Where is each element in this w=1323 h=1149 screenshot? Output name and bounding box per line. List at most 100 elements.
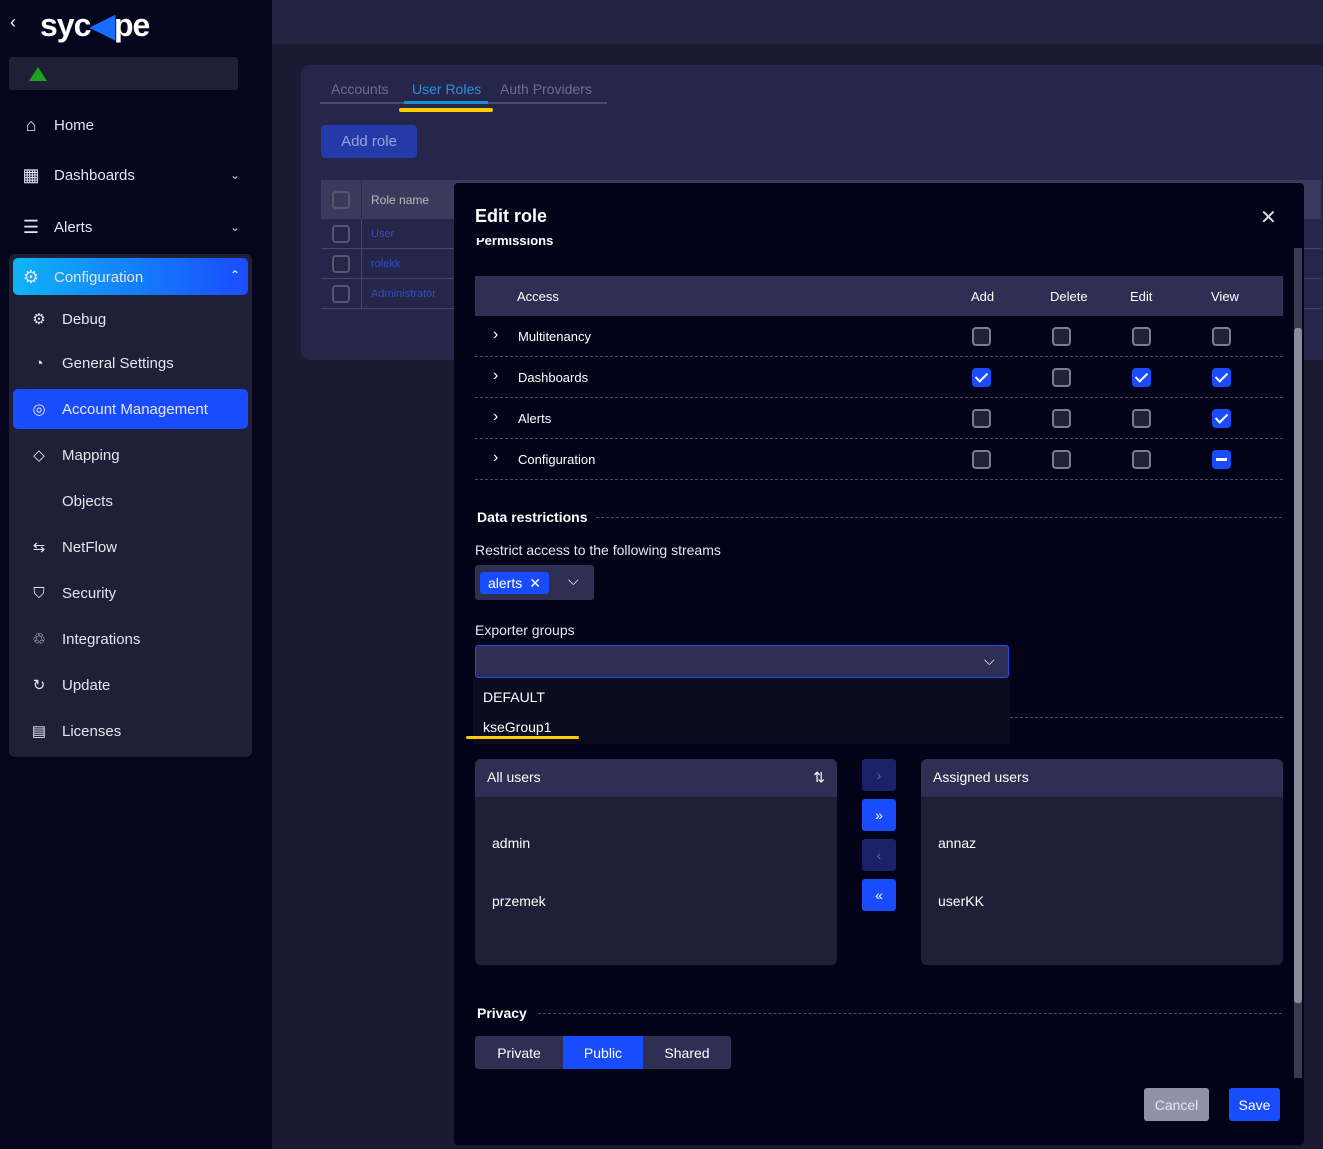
permission-checkbox[interactable] [972, 327, 991, 346]
sidebar-item-mapping[interactable]: ◇ Mapping [28, 443, 119, 467]
chevron-down-icon[interactable]: ⌵ [984, 652, 995, 669]
sidebar-item-label: Account Management [62, 400, 208, 418]
cancel-button[interactable]: Cancel [1144, 1088, 1209, 1121]
permission-checkbox[interactable] [1212, 409, 1231, 428]
sidebar-item-account-management[interactable]: ◎ Account Management [28, 397, 208, 421]
sidebar-item-configuration-label[interactable]: ⚙ Configuration [20, 265, 143, 289]
tab-accounts[interactable]: Accounts [331, 81, 389, 97]
permission-row: › Multitenancy [475, 316, 1283, 357]
permission-checkbox[interactable] [1132, 409, 1151, 428]
tab-auth-providers[interactable]: Auth Providers [500, 81, 592, 97]
permission-checkbox[interactable] [972, 368, 991, 387]
privacy-private-button[interactable]: Private [475, 1036, 563, 1069]
list-item[interactable]: admin [492, 835, 530, 851]
save-button[interactable]: Save [1229, 1088, 1280, 1121]
move-all-left-button[interactable]: « [862, 879, 896, 911]
sidebar-item-alerts[interactable]: ☰ Alerts [20, 215, 92, 239]
permission-checkbox[interactable] [1212, 368, 1231, 387]
sidebar-item-netflow[interactable]: ⇆ NetFlow [28, 535, 117, 559]
sidebar-item-home[interactable]: ⌂ Home [20, 113, 94, 137]
row-checkbox[interactable] [332, 224, 350, 243]
chevron-right-icon[interactable]: › [493, 367, 498, 385]
list-item[interactable]: userKK [938, 893, 984, 909]
sidebar-item-licenses[interactable]: ▤ Licenses [28, 719, 121, 743]
column-view: View [1211, 289, 1239, 304]
row-checkbox[interactable] [332, 254, 350, 273]
permission-name: Multitenancy [518, 329, 591, 344]
privacy-public-button[interactable]: Public [563, 1036, 643, 1069]
sidebar-item-label: Objects [62, 492, 113, 510]
role-name-link[interactable]: Administrator [371, 288, 436, 300]
sidebar-item-debug[interactable]: ⚙ Debug [28, 307, 106, 331]
collapse-sidebar-icon[interactable]: ‹ [10, 12, 16, 33]
logo: syc◀pe [40, 7, 150, 43]
sidebar-item-objects[interactable]: Objects [28, 489, 113, 513]
chevron-down-icon[interactable]: ⌄ [230, 168, 240, 182]
row-checkbox[interactable] [332, 284, 350, 303]
role-name-link[interactable]: User [371, 228, 394, 240]
sidebar-item-label: Home [54, 116, 95, 134]
streams-select[interactable]: alerts ✕ ⌵ [475, 565, 594, 600]
scrollbar[interactable] [1294, 248, 1302, 1078]
debug-icon: ⚙ [32, 311, 46, 328]
list-item[interactable]: annaz [938, 835, 976, 851]
privacy-shared-button[interactable]: Shared [643, 1036, 731, 1069]
chevron-up-icon[interactable]: ⌃ [230, 268, 240, 282]
select-all-checkbox[interactable] [332, 190, 350, 209]
user-circle-icon: ◎ [32, 401, 46, 418]
permission-checkbox[interactable] [1052, 327, 1071, 346]
home-icon: ⌂ [25, 114, 37, 135]
sidebar-item-security[interactable]: ⛉ Security [28, 581, 116, 605]
sidebar: ‹ syc◀pe ⌂ Home ▦ Dashboards ⌄ ☰ Alerts ⌄ ⚙… [0, 0, 272, 1149]
chevron-right-icon[interactable]: › [493, 326, 498, 344]
option-ksegroup1[interactable]: kseGroup1 [483, 719, 551, 735]
sidebar-item-dashboards[interactable]: ▦ Dashboards [20, 163, 134, 187]
move-selected-right-button[interactable]: › [862, 759, 896, 791]
scrollbar-thumb[interactable] [1294, 328, 1302, 1003]
column-header-role-name[interactable]: Role name [371, 193, 429, 207]
move-selected-left-button[interactable]: ‹ [862, 839, 896, 871]
permission-checkbox[interactable] [1212, 327, 1231, 346]
permission-checkbox[interactable] [1052, 450, 1071, 469]
permission-checkbox[interactable] [1132, 450, 1151, 469]
chevron-down-icon[interactable]: ⌄ [230, 220, 240, 234]
permission-checkbox[interactable] [972, 409, 991, 428]
move-all-right-button[interactable]: » [862, 799, 896, 831]
column-add: Add [971, 289, 995, 304]
role-name-link[interactable]: rolekk [371, 258, 400, 270]
sidebar-item-label: General Settings [62, 354, 174, 372]
tab-user-roles[interactable]: User Roles [412, 81, 481, 97]
highlight-underline [466, 736, 579, 739]
permission-checkbox[interactable] [1052, 409, 1071, 428]
permission-checkbox[interactable] [1052, 368, 1071, 387]
add-role-button[interactable]: Add role [321, 125, 417, 158]
status-bar [9, 57, 238, 90]
chevron-down-icon[interactable]: ⌵ [568, 572, 579, 589]
close-icon[interactable]: ✕ [1260, 205, 1277, 230]
permission-checkbox[interactable] [1132, 327, 1151, 346]
tag-icon: ◇ [33, 447, 45, 464]
remove-tag-icon[interactable]: ✕ [529, 575, 541, 591]
column-access: Access [517, 289, 559, 304]
sort-icon[interactable]: ⇅ [813, 769, 825, 786]
dashboards-icon: ▦ [22, 164, 40, 185]
sidebar-item-update[interactable]: ↻ Update [28, 673, 111, 697]
sidebar-item-integrations[interactable]: ♲ Integrations [28, 627, 140, 651]
sidebar-item-label: Alerts [54, 218, 93, 236]
alerts-icon: ☰ [22, 216, 40, 237]
chevron-right-icon[interactable]: › [493, 449, 498, 467]
list-item[interactable]: przemek [492, 893, 546, 909]
permission-checkbox[interactable] [1212, 450, 1231, 469]
section-privacy: Privacy [477, 1005, 527, 1021]
streams-label: Restrict access to the following streams [475, 542, 721, 558]
divider [1010, 717, 1283, 718]
exporter-groups-select[interactable]: ⌵ [475, 645, 1009, 678]
puzzle-icon: ♲ [32, 631, 46, 648]
refresh-icon: ↻ [32, 677, 46, 694]
permission-checkbox[interactable] [972, 450, 991, 469]
permission-checkbox[interactable] [1132, 368, 1151, 387]
chevron-right-icon[interactable]: › [493, 408, 498, 426]
option-default[interactable]: DEFAULT [483, 689, 545, 705]
sidebar-item-general-settings[interactable]: ◔ General Settings [28, 351, 174, 375]
permission-row: › Configuration [475, 439, 1283, 480]
